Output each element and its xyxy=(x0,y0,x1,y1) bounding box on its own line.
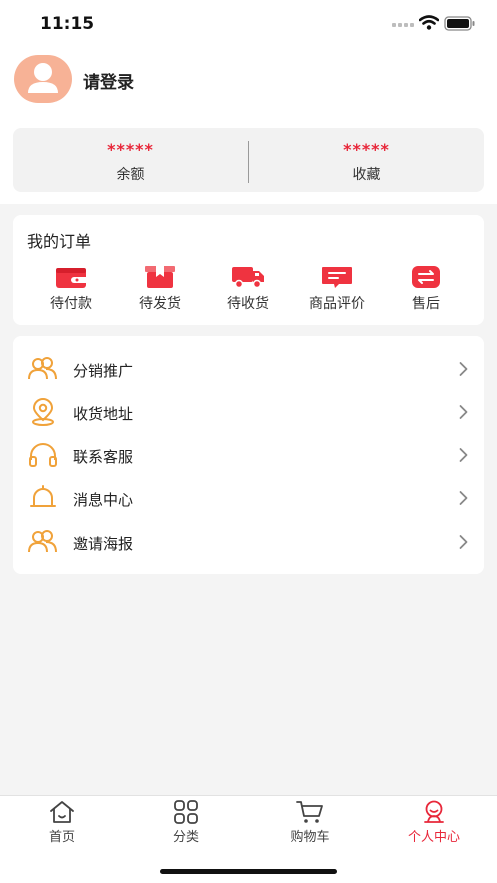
chevron-right-icon xyxy=(459,491,468,505)
home-indicator xyxy=(160,869,337,874)
favorites-label: 收藏 xyxy=(352,166,381,182)
status-bar: 11:15 xyxy=(0,0,497,44)
favorites-value: ***** xyxy=(343,140,390,159)
profile-icon xyxy=(424,800,444,823)
tab-category-label: 分类 xyxy=(172,829,199,844)
orders-title: 我的订单 xyxy=(27,234,92,251)
order-pending-receipt[interactable]: 待收货 xyxy=(203,265,293,317)
order-product-review[interactable]: 商品评价 xyxy=(292,265,382,317)
menu-item-invite-poster-label: 邀请海报 xyxy=(73,536,134,553)
home-icon xyxy=(50,801,74,823)
tab-home[interactable]: 首页 xyxy=(0,800,124,848)
truck-icon xyxy=(232,267,264,289)
service-menu: 分销推广 收货地址 联系客服 消息中心 邀请海报 xyxy=(13,336,484,574)
balance-label: 余额 xyxy=(116,166,145,182)
menu-item-customer-service-label: 联系客服 xyxy=(73,449,134,466)
favorites-stat[interactable]: ***** 收藏 xyxy=(249,128,484,192)
tab-category[interactable]: 分类 xyxy=(124,800,248,848)
tab-profile-label: 个人中心 xyxy=(407,829,460,844)
wallet-icon xyxy=(56,268,86,288)
chevron-right-icon xyxy=(459,362,468,376)
tab-profile[interactable]: 个人中心 xyxy=(372,800,496,848)
account-stats: ***** 余额 ***** 收藏 xyxy=(13,128,484,192)
menu-item-invite-poster[interactable]: 邀请海报 xyxy=(13,520,484,564)
users-icon xyxy=(28,357,57,380)
tab-home-label: 首页 xyxy=(48,829,75,844)
battery-icon xyxy=(444,16,475,31)
order-after-sales-label: 售后 xyxy=(412,295,440,311)
chevron-right-icon xyxy=(459,405,468,419)
order-pending-shipment[interactable]: 待发货 xyxy=(115,265,205,317)
menu-item-customer-service[interactable]: 联系客服 xyxy=(13,433,484,477)
grid-icon xyxy=(174,800,198,824)
chevron-right-icon xyxy=(459,448,468,462)
header-area: 11:15 请登录 ***** 余额 ***** 收藏 xyxy=(0,0,497,204)
menu-item-address[interactable]: 收货地址 xyxy=(13,390,484,434)
comment-icon xyxy=(322,267,352,288)
order-product-review-label: 商品评价 xyxy=(309,295,365,311)
user-avatar-icon[interactable] xyxy=(14,55,72,103)
order-pending-payment-label: 待付款 xyxy=(50,295,92,311)
package-icon xyxy=(145,266,175,288)
bell-icon xyxy=(30,485,56,507)
menu-item-distribution-label: 分销推广 xyxy=(73,363,134,380)
cart-icon xyxy=(296,801,323,823)
exchange-icon xyxy=(412,266,440,288)
order-pending-payment[interactable]: 待付款 xyxy=(26,265,116,317)
menu-item-messages[interactable]: 消息中心 xyxy=(13,476,484,520)
order-after-sales[interactable]: 售后 xyxy=(381,265,471,317)
tab-cart[interactable]: 购物车 xyxy=(248,800,372,848)
balance-value: ***** xyxy=(107,140,154,159)
login-link[interactable]: 请登录 xyxy=(83,68,134,93)
menu-item-distribution[interactable]: 分销推广 xyxy=(13,347,484,391)
tab-cart-label: 购物车 xyxy=(290,829,330,844)
wifi-icon xyxy=(419,15,439,30)
balance-stat[interactable]: ***** 余额 xyxy=(13,128,248,192)
order-pending-receipt-label: 待收货 xyxy=(227,295,269,311)
status-time: 11:15 xyxy=(40,14,95,34)
location-icon xyxy=(32,398,54,426)
menu-item-address-label: 收货地址 xyxy=(73,406,134,423)
cellular-signal-icon xyxy=(392,23,414,27)
my-orders-card: 我的订单 待付款 待发货 待收货 商品评价 售后 xyxy=(13,215,484,325)
headset-icon xyxy=(29,443,57,467)
order-pending-shipment-label: 待发货 xyxy=(139,295,181,311)
menu-item-messages-label: 消息中心 xyxy=(73,492,134,509)
users-icon xyxy=(28,530,57,553)
chevron-right-icon xyxy=(459,535,468,549)
